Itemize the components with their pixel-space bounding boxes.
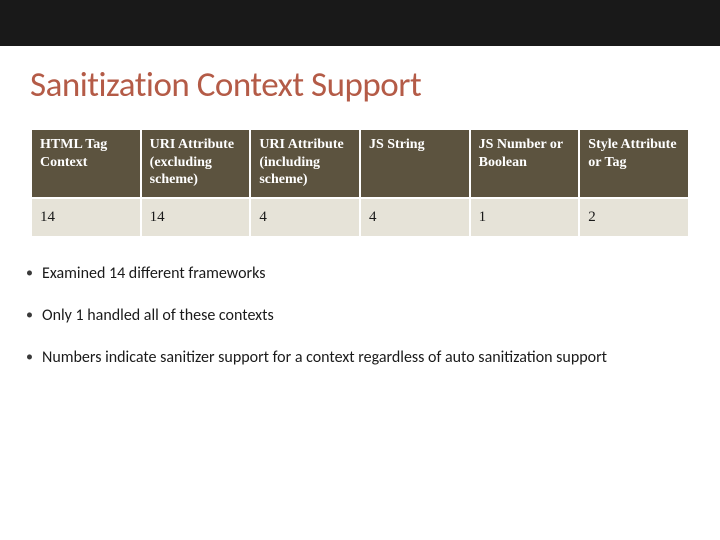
bullet-list: Examined 14 different frameworks Only 1 … [20, 264, 684, 368]
top-bar [0, 0, 720, 46]
bullet-item: Numbers indicate sanitizer support for a… [20, 348, 684, 368]
col-header: URI Attribute (excluding scheme) [141, 129, 251, 198]
table-cell: 4 [360, 198, 470, 237]
bullet-item: Examined 14 different frameworks [20, 264, 684, 284]
slide: Sanitization Context Support HTML Tag Co… [0, 0, 720, 540]
col-header: URI Attribute (including scheme) [250, 129, 360, 198]
slide-title: Sanitization Context Support [30, 64, 720, 106]
table-row: 14 14 4 4 1 2 [31, 198, 689, 237]
col-header: Style Attribute or Tag [579, 129, 689, 198]
table-header-row: HTML Tag Context URI Attribute (excludin… [31, 129, 689, 198]
col-header: JS String [360, 129, 470, 198]
table-cell: 4 [250, 198, 360, 237]
bullet-item: Only 1 handled all of these contexts [20, 306, 684, 326]
table-cell: 1 [470, 198, 580, 237]
table-cell: 14 [141, 198, 251, 237]
context-table: HTML Tag Context URI Attribute (excludin… [30, 128, 690, 238]
col-header: JS Number or Boolean [470, 129, 580, 198]
table-cell: 2 [579, 198, 689, 237]
table-cell: 14 [31, 198, 141, 237]
col-header: HTML Tag Context [31, 129, 141, 198]
